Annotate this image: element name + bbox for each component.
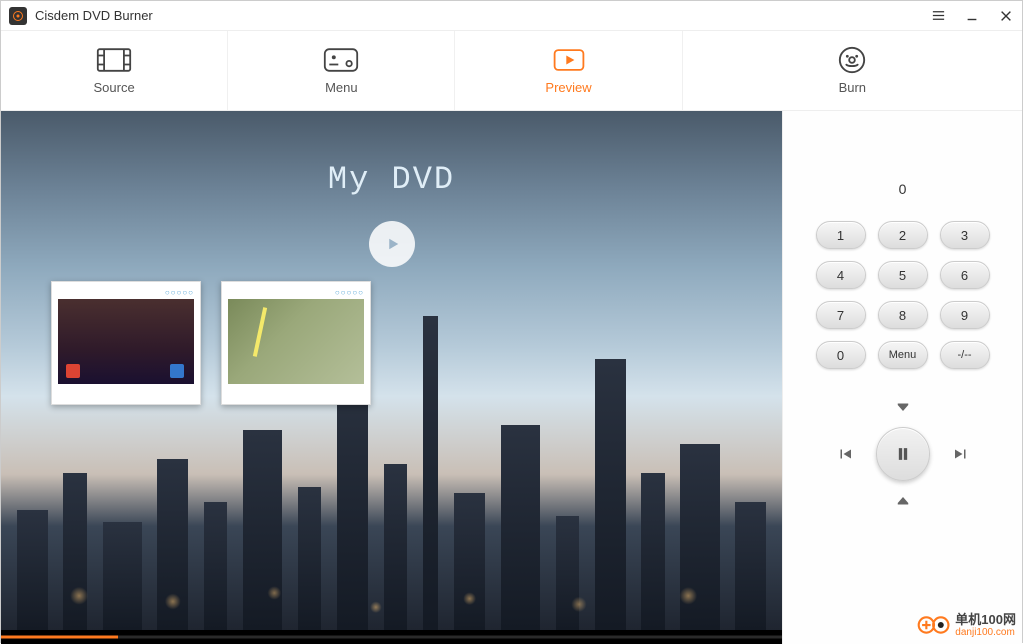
watermark-url: danji100.com bbox=[955, 627, 1016, 638]
thumb-decoration: ○○○○○ bbox=[58, 288, 194, 297]
dvd-menu-thumbnails: ○○○○○ ○○○○○ bbox=[51, 281, 371, 405]
tab-menu[interactable]: Menu bbox=[228, 31, 455, 110]
app-icon bbox=[9, 7, 27, 25]
playback-progress[interactable] bbox=[1, 630, 782, 644]
preview-viewport[interactable]: My DVD ○○○○○ ○○○○○ bbox=[1, 111, 782, 630]
filmstrip-icon bbox=[96, 46, 132, 74]
thumb-image bbox=[58, 299, 194, 384]
thumb-decoration: ○○○○○ bbox=[228, 288, 364, 297]
main-area: My DVD ○○○○○ ○○○○○ bbox=[1, 111, 1022, 644]
keypad-7[interactable]: 7 bbox=[816, 301, 866, 329]
keypad-9[interactable]: 9 bbox=[940, 301, 990, 329]
skip-to-end-button[interactable] bbox=[894, 491, 912, 509]
transport-controls bbox=[836, 399, 970, 509]
tab-source[interactable]: Source bbox=[1, 31, 228, 110]
skip-to-start-button[interactable] bbox=[894, 399, 912, 417]
remote-keypad: 1 2 3 4 5 6 7 8 9 0 Menu -/-- bbox=[816, 221, 990, 369]
tab-label: Source bbox=[94, 80, 135, 95]
hamburger-menu-icon[interactable] bbox=[930, 8, 946, 24]
tab-label: Preview bbox=[545, 80, 591, 95]
dvd-chapter-thumb-2[interactable]: ○○○○○ bbox=[221, 281, 371, 405]
tab-preview[interactable]: Preview bbox=[455, 31, 682, 110]
keypad-1[interactable]: 1 bbox=[816, 221, 866, 249]
menu-template-icon bbox=[323, 46, 359, 74]
tab-burn[interactable]: Burn bbox=[683, 31, 1022, 110]
preview-pane: My DVD ○○○○○ ○○○○○ bbox=[1, 111, 782, 644]
keypad-8[interactable]: 8 bbox=[878, 301, 928, 329]
previous-button[interactable] bbox=[836, 445, 854, 463]
watermark: 单机100网 danji100.com bbox=[917, 613, 1016, 638]
keypad-3[interactable]: 3 bbox=[940, 221, 990, 249]
watermark-icon bbox=[917, 614, 951, 636]
titlebar: Cisdem DVD Burner bbox=[1, 1, 1022, 31]
keypad-dash[interactable]: -/-- bbox=[940, 341, 990, 369]
pause-button[interactable] bbox=[876, 427, 930, 481]
dvd-chapter-thumb-1[interactable]: ○○○○○ bbox=[51, 281, 201, 405]
progress-fill bbox=[1, 636, 118, 639]
remote-panel: 0 1 2 3 4 5 6 7 8 9 0 Menu -/-- bbox=[782, 111, 1022, 644]
app-title: Cisdem DVD Burner bbox=[35, 8, 930, 23]
watermark-text-cn: 单机100网 bbox=[955, 613, 1016, 627]
close-button[interactable] bbox=[998, 8, 1014, 24]
minimize-button[interactable] bbox=[964, 8, 980, 24]
tab-label: Menu bbox=[325, 80, 358, 95]
preview-play-icon bbox=[551, 46, 587, 74]
keypad-6[interactable]: 6 bbox=[940, 261, 990, 289]
disc-burn-icon bbox=[834, 46, 870, 74]
keypad-2[interactable]: 2 bbox=[878, 221, 928, 249]
dvd-menu-play-button[interactable] bbox=[369, 221, 415, 267]
window-controls bbox=[930, 8, 1014, 24]
keypad-4[interactable]: 4 bbox=[816, 261, 866, 289]
keypad-menu[interactable]: Menu bbox=[878, 341, 928, 369]
tab-label: Burn bbox=[839, 80, 866, 95]
next-button[interactable] bbox=[952, 445, 970, 463]
toolbar: Source Menu Preview Burn bbox=[1, 31, 1022, 111]
thumb-image bbox=[228, 299, 364, 384]
remote-display: 0 bbox=[899, 181, 907, 197]
dvd-title: My DVD bbox=[328, 161, 455, 198]
keypad-0[interactable]: 0 bbox=[816, 341, 866, 369]
keypad-5[interactable]: 5 bbox=[878, 261, 928, 289]
